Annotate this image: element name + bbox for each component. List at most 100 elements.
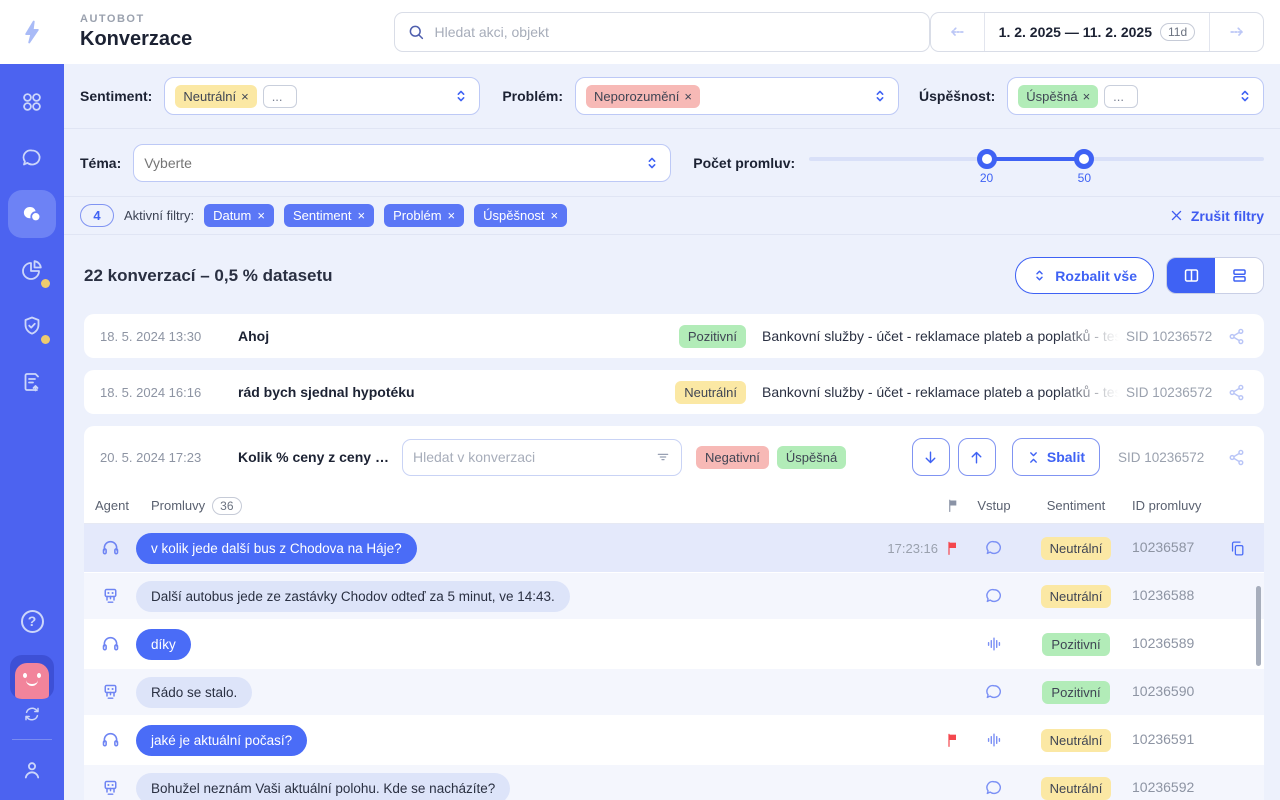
arrow-up-icon xyxy=(971,451,982,464)
message-row[interactable]: jaké je aktuální počasí? Neutrální 10236… xyxy=(84,716,1264,764)
conversation-datetime: 20. 5. 2024 17:23 xyxy=(100,449,202,465)
message-bubble[interactable]: Bohužel neznám Vaši aktuální polohu. Kde… xyxy=(136,772,511,800)
expanded-actions: Sbalit SID 10236572 xyxy=(911,438,1250,476)
bot-robot-icon xyxy=(84,778,136,799)
sentiment-filter-label: Sentiment: xyxy=(80,88,153,104)
conversation-card-expanded: 20. 5. 2024 17:23 Kolik % ceny z ceny ne… xyxy=(84,426,1264,800)
flag-icon xyxy=(948,499,956,512)
view-columns-button[interactable] xyxy=(1167,258,1215,293)
conversation-row[interactable]: 18. 5. 2024 16:16 rád bych sjednal hypot… xyxy=(84,370,1264,414)
conversation-datetime: 18. 5. 2024 13:30 xyxy=(100,328,202,344)
share-icon[interactable] xyxy=(1222,383,1250,402)
chevron-updown-icon xyxy=(1241,90,1249,102)
success-filter-select[interactable]: Úspěšná ... xyxy=(1007,77,1264,115)
message-bubble[interactable]: v kolik jede další bus z Chodova na Háje… xyxy=(136,532,417,564)
refresh-button[interactable] xyxy=(8,699,56,729)
date-prev-button[interactable] xyxy=(931,13,985,51)
filter-chip-datum[interactable]: Datum xyxy=(204,204,274,227)
problem-chip[interactable]: Neporozumění xyxy=(586,84,700,108)
chevron-updown-icon xyxy=(1036,270,1044,281)
sidebar-item-conversations[interactable] xyxy=(8,190,56,238)
scrollbar-thumb[interactable] xyxy=(1256,586,1261,666)
slider-handle-max[interactable] xyxy=(1074,148,1095,169)
view-rows-button[interactable] xyxy=(1215,258,1263,293)
more-chip[interactable]: ... xyxy=(1104,84,1139,108)
grid-icon xyxy=(23,93,41,111)
date-next-button[interactable] xyxy=(1209,13,1263,51)
expand-all-label: Rozbalit vše xyxy=(1055,267,1137,284)
conversation-search-input[interactable] xyxy=(413,449,655,465)
bot-robot-icon xyxy=(84,586,136,607)
sidebar-item-dashboard[interactable] xyxy=(8,78,56,126)
jump-down-button[interactable] xyxy=(911,438,950,476)
sentiment-filter-select[interactable]: Neutrální ... xyxy=(164,77,481,115)
bot-robot-icon xyxy=(84,682,136,703)
arrow-left-icon xyxy=(951,27,964,37)
message-row[interactable]: Rádo se stalo. Pozitivní 10236590 xyxy=(84,668,1264,716)
collapse-button[interactable]: Sbalit xyxy=(1011,438,1100,476)
global-search[interactable] xyxy=(394,12,930,52)
copy-icon[interactable] xyxy=(1224,540,1250,557)
topic-filter-select[interactable] xyxy=(133,143,672,182)
user-headset-icon xyxy=(84,538,136,559)
sidebar-item-export[interactable] xyxy=(8,358,56,406)
conversation-card[interactable]: 18. 5. 2024 16:16 rád bych sjednal hypot… xyxy=(84,370,1264,414)
date-range-value[interactable]: 1. 2. 2025 — 11. 2. 2025 11d xyxy=(985,13,1209,51)
conversation-search[interactable] xyxy=(402,438,682,476)
app-root: AUTOBOT Konverzace 1. 2. 2025 — 11. 2. 2… xyxy=(0,0,1280,800)
problem-filter-select[interactable]: Neporozumění xyxy=(575,77,900,115)
app-logo[interactable] xyxy=(0,0,64,64)
topic-select-input[interactable] xyxy=(144,154,639,171)
sentiment-badge: Pozitivní xyxy=(678,324,746,348)
conversation-row[interactable]: 18. 5. 2024 13:30 Ahoj Pozitivní Bankovn… xyxy=(84,314,1264,358)
message-bubble[interactable]: díky xyxy=(136,628,191,660)
message-bubble[interactable]: Rádo se stalo. xyxy=(136,676,253,708)
collapse-label: Sbalit xyxy=(1046,449,1085,465)
filter-row-2: Téma: Počet promluv: 20 50 xyxy=(64,129,1280,197)
sidebar-item-chat[interactable] xyxy=(8,134,56,182)
expand-all-button[interactable]: Rozbalit vše xyxy=(1015,257,1154,294)
share-icon[interactable] xyxy=(1222,448,1250,467)
filter-row-1: Sentiment: Neutrální ... Problém: Neporo… xyxy=(64,64,1280,129)
utterance-count-slider[interactable]: 20 50 xyxy=(809,144,1264,185)
jump-up-button[interactable] xyxy=(957,438,996,476)
input-chat-icon xyxy=(968,778,1020,798)
sentiment-chip[interactable]: Neutrální xyxy=(175,84,257,108)
assistant-avatar[interactable] xyxy=(10,655,54,699)
message-row[interactable]: v kolik jede další bus z Chodova na Háje… xyxy=(84,524,1264,572)
conversation-topic: Bankovní služby - účet - reklamace plate… xyxy=(762,384,1122,400)
column-flag xyxy=(938,498,968,513)
flagged-icon[interactable] xyxy=(938,540,968,556)
filter-chip-uspesnost[interactable]: Úspěšnost xyxy=(474,204,568,227)
global-search-input[interactable] xyxy=(434,24,917,40)
clear-filters-button[interactable]: Zrušit filtry xyxy=(1169,208,1264,224)
help-button[interactable] xyxy=(8,597,56,645)
filter-chip-problem[interactable]: Problém xyxy=(384,204,465,227)
profile-button[interactable] xyxy=(8,750,56,790)
message-bubble[interactable]: jaké je aktuální počasí? xyxy=(136,724,308,756)
sidebar-nav xyxy=(8,78,56,406)
sentiment-badge: Neutrální xyxy=(1040,776,1112,800)
slider-handle-min[interactable] xyxy=(976,148,997,169)
success-chip[interactable]: Úspěšná xyxy=(1018,84,1099,108)
refresh-icon xyxy=(25,707,39,721)
conversation-topic: Bankovní služby - účet - reklamace plate… xyxy=(762,328,1122,344)
filter-chip-sentiment[interactable]: Sentiment xyxy=(283,204,375,227)
conversation-card[interactable]: 18. 5. 2024 13:30 Ahoj Pozitivní Bankovn… xyxy=(84,314,1264,358)
sidebar-item-quality[interactable] xyxy=(8,302,56,350)
message-row[interactable]: Bohužel neznám Vaši aktuální polohu. Kde… xyxy=(84,764,1264,800)
chevron-updown-icon xyxy=(648,157,656,168)
share-icon[interactable] xyxy=(1222,327,1250,346)
utterance-id: 10236587 xyxy=(1132,539,1195,555)
more-chip[interactable]: ... xyxy=(262,84,297,108)
flagged-icon[interactable] xyxy=(938,732,968,748)
topic-filter-label: Téma: xyxy=(80,154,122,171)
message-row[interactable]: díky Pozitivní 10236589 xyxy=(84,620,1264,668)
message-list: v kolik jede další bus z Chodova na Háje… xyxy=(84,524,1264,800)
input-chat-icon xyxy=(968,586,1020,606)
message-row[interactable]: Další autobus jede ze zastávky Chodov od… xyxy=(84,572,1264,620)
message-bubble[interactable]: Další autobus jede ze zastávky Chodov od… xyxy=(136,580,570,612)
collapse-icon xyxy=(1029,451,1037,463)
sidebar-item-analytics[interactable] xyxy=(8,246,56,294)
content: 22 konverzací – 0,5 % datasetu Rozbalit … xyxy=(64,235,1280,800)
